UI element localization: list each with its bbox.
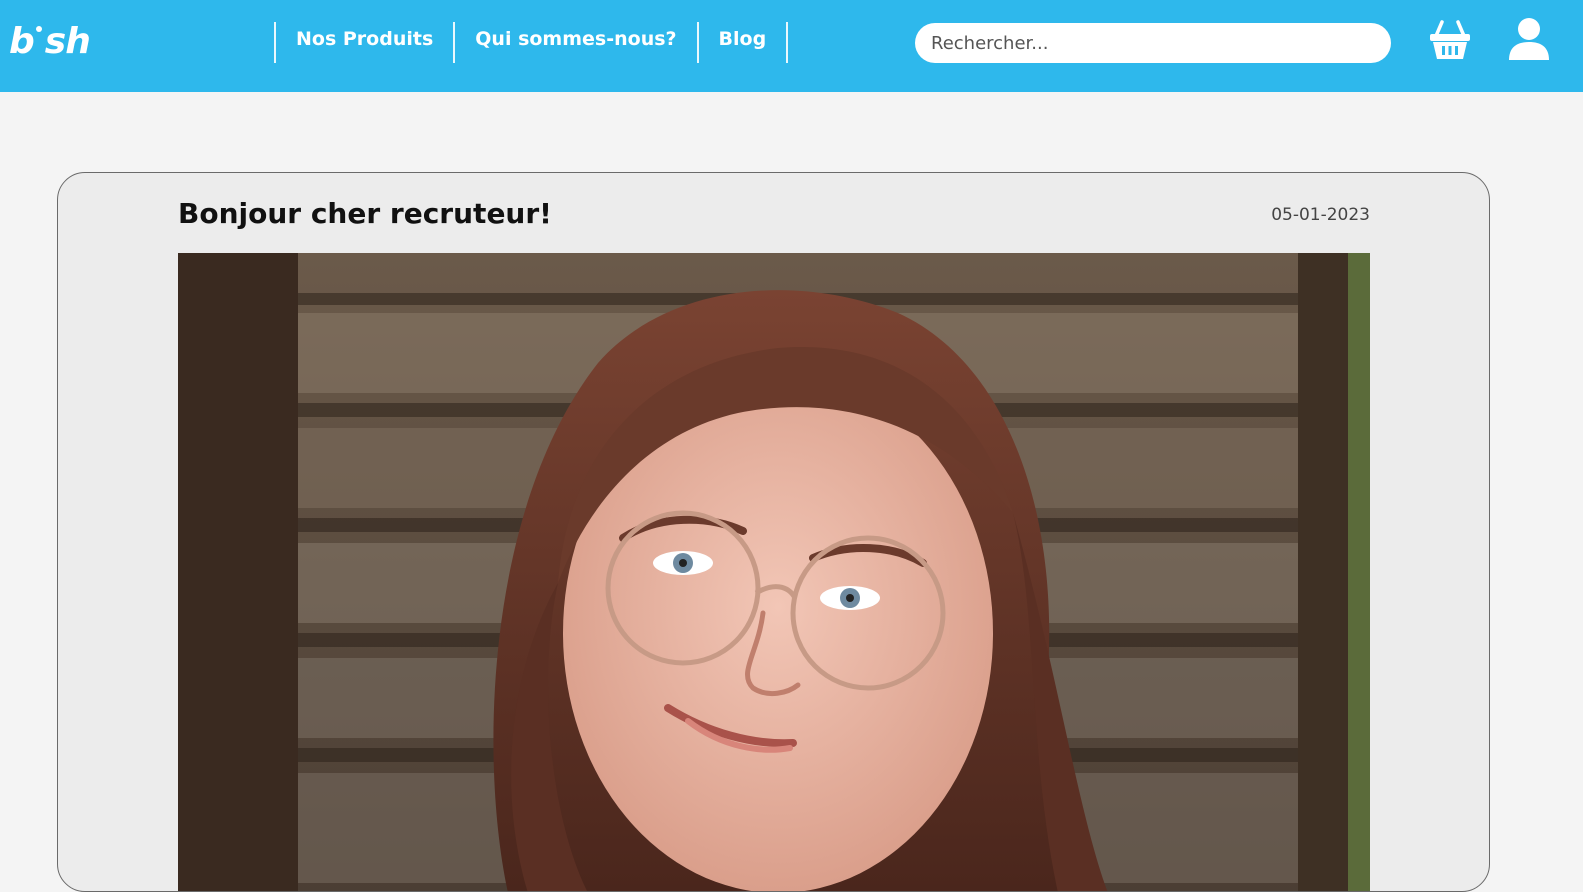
basket-icon[interactable] <box>1428 18 1472 62</box>
nav-divider <box>274 22 276 63</box>
search-input[interactable] <box>915 23 1391 63</box>
user-icon[interactable] <box>1506 16 1552 64</box>
brand-logo[interactable]: b sh <box>9 20 91 64</box>
post-title: Bonjour cher recruteur! <box>178 197 552 230</box>
blog-post-card: Bonjour cher recruteur! 05-01-2023 <box>57 172 1490 892</box>
main-nav: Nos Produits Qui sommes-nous? Blog <box>274 22 789 63</box>
top-navbar: b sh Nos Produits Qui sommes-nous? Blog <box>0 0 1583 92</box>
brand-logo-left: b <box>9 21 35 62</box>
post-image <box>178 253 1370 891</box>
nav-divider <box>696 22 699 63</box>
nav-item-nos-produits[interactable]: Nos Produits <box>276 22 453 63</box>
nav-divider <box>453 22 456 63</box>
nav-item-blog[interactable]: Blog <box>699 22 787 63</box>
brand-logo-right: sh <box>44 21 91 62</box>
nav-item-qui-sommes-nous[interactable]: Qui sommes-nous? <box>455 22 696 63</box>
post-date: 05-01-2023 <box>1271 205 1370 225</box>
brand-logo-dot <box>35 26 42 32</box>
nav-divider <box>786 22 789 63</box>
